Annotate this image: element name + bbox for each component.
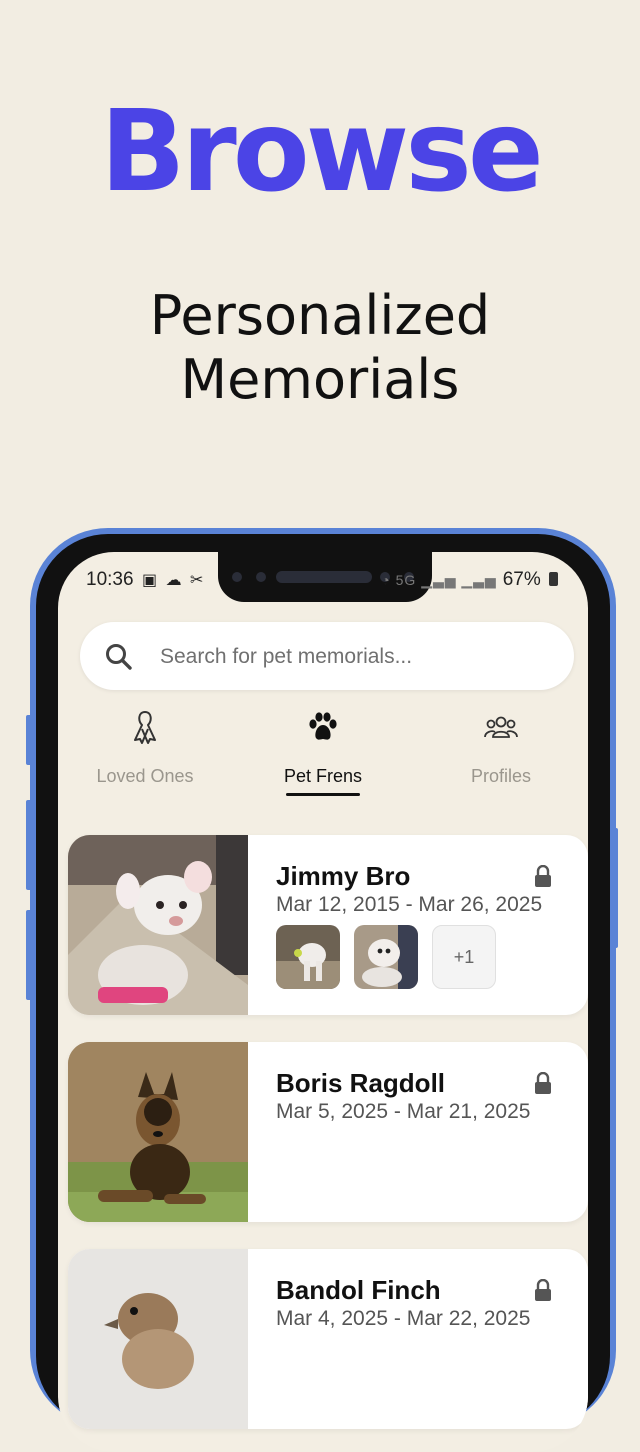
tab-loved-ones[interactable]: Loved Ones	[60, 710, 230, 787]
memorial-dates: Mar 12, 2015 - Mar 26, 2025	[276, 893, 543, 916]
memorial-dates: Mar 4, 2025 - Mar 22, 2025	[276, 1307, 531, 1330]
search-bar[interactable]	[80, 622, 574, 692]
more-photos-button[interactable]: +1	[432, 925, 496, 989]
battery-percent: 67%	[502, 569, 541, 590]
pet-photo	[68, 1042, 248, 1222]
tab-label: Profiles	[470, 766, 532, 786]
paw-icon	[309, 712, 337, 740]
battery-icon	[549, 572, 558, 586]
hero-subtitle-line2: Memorials	[180, 348, 460, 411]
active-tab-indicator	[286, 793, 360, 796]
tab-pet-frens[interactable]: Pet Frens	[238, 710, 408, 796]
lock-icon	[535, 1072, 551, 1094]
notification-icons: ▣ ☁ ✂	[142, 570, 205, 590]
sensor-dot	[256, 572, 266, 582]
tab-profiles[interactable]: Profiles	[416, 710, 586, 787]
phone-screen: 10:36 ▣ ☁ ✂ ◔ 5G ▁▃▅ ▁▃▅ 67% Search for …	[58, 552, 588, 1452]
image-icon: ▣	[142, 572, 160, 589]
earpiece-speaker	[276, 571, 372, 583]
search-icon	[106, 644, 132, 670]
phone-frame: 10:36 ▣ ☁ ✂ ◔ 5G ▁▃▅ ▁▃▅ 67% Search for …	[30, 528, 616, 1452]
ribbon-icon	[134, 711, 156, 744]
status-right: ◔ 5G ▁▃▅ ▁▃▅ 67%	[381, 569, 558, 591]
pet-photo	[68, 1249, 248, 1429]
sensor-dot	[232, 572, 242, 582]
signal-icon: ◔ 5G ▁▃▅ ▁▃▅	[381, 572, 497, 588]
hero-title: Browse	[100, 87, 544, 217]
capcut-icon: ✂	[190, 572, 206, 589]
memorial-name: Bandol Finch	[276, 1275, 441, 1305]
photo-thumbnail[interactable]	[354, 925, 418, 989]
phone-bezel: 10:36 ▣ ☁ ✂ ◔ 5G ▁▃▅ ▁▃▅ 67% Search for …	[36, 534, 610, 1452]
memorial-card[interactable]: Bandol Finch Mar 4, 2025 - Mar 22, 2025	[68, 1249, 588, 1429]
people-icon	[484, 716, 518, 738]
lock-icon	[535, 1279, 551, 1301]
tab-label: Loved Ones	[96, 766, 194, 786]
memorial-card[interactable]: Jimmy Bro Mar 12, 2015 - Mar 26, 2025 +1	[68, 835, 588, 1015]
photo-thumbnail[interactable]	[276, 925, 340, 989]
memorial-dates: Mar 5, 2025 - Mar 21, 2025	[276, 1100, 531, 1123]
photo-thumbnails: +1	[276, 925, 496, 989]
tab-bar: Loved Ones Pet Frens Profiles	[58, 710, 588, 796]
hero-subtitle-line1: Personalized	[149, 284, 491, 347]
pet-photo	[68, 835, 248, 1015]
hero-subtitle: Personalized Memorials	[0, 284, 640, 412]
status-time: 10:36	[86, 569, 134, 590]
memorial-name: Jimmy Bro	[276, 861, 411, 891]
lock-icon	[535, 865, 551, 887]
cloud-icon: ☁	[165, 572, 184, 589]
tab-label: Pet Frens	[283, 766, 363, 786]
search-input[interactable]	[158, 622, 562, 692]
memorial-name: Boris Ragdoll	[276, 1068, 446, 1098]
memorial-card[interactable]: Boris Ragdoll Mar 5, 2025 - Mar 21, 2025	[68, 1042, 588, 1222]
